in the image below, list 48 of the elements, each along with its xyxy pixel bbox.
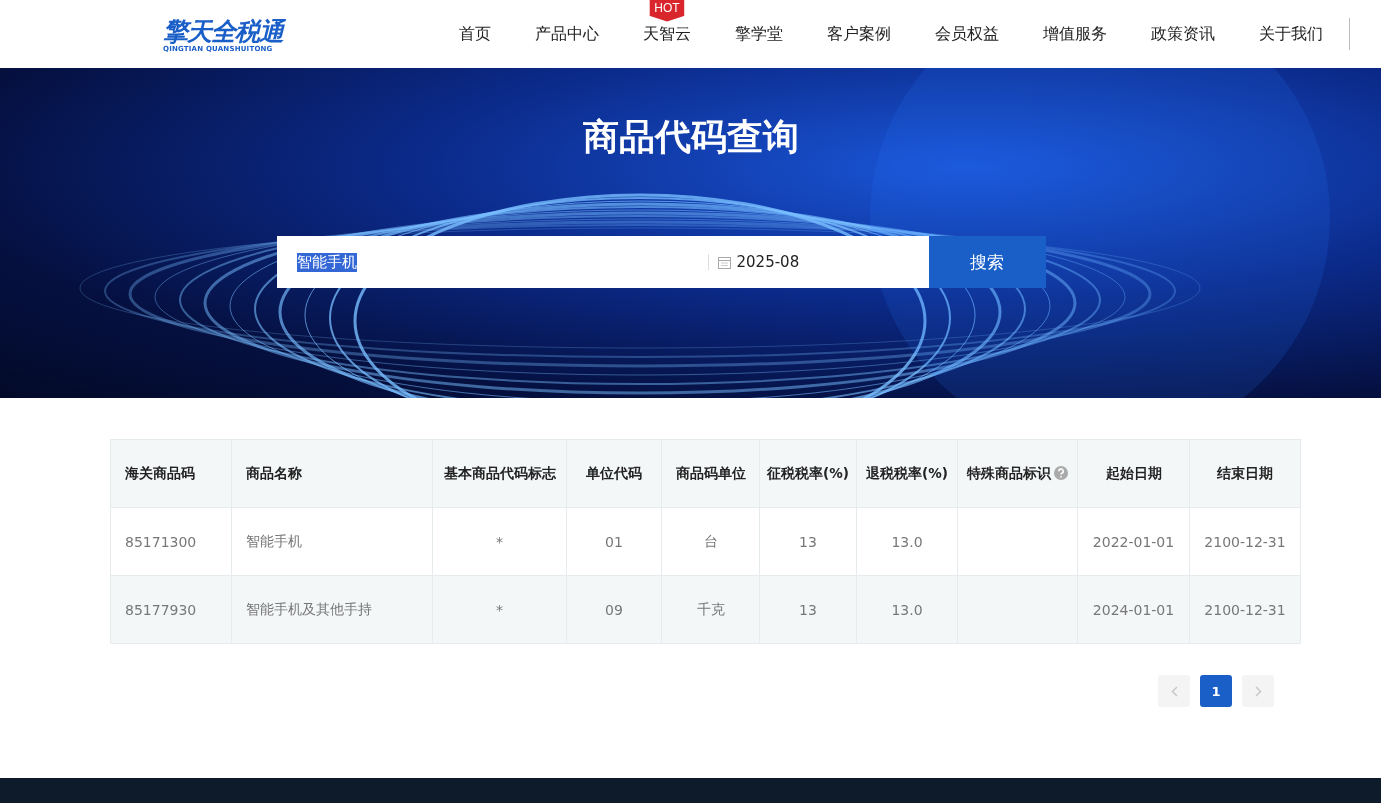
nav-link[interactable]: 关于我们 [1259,23,1323,43]
table-cell: 2024-01-01 [1092,601,1175,618]
nav-link[interactable]: 客户案例 [827,23,891,43]
nav-link[interactable]: 会员权益 [935,23,999,43]
table-cell: 2022-01-01 [1092,533,1175,550]
nav-link[interactable]: 产品中心 [535,23,599,43]
table-cell: 2100-12-31 [1204,601,1286,618]
table-cell: * [496,533,503,550]
table-cell: 13.0 [891,601,923,618]
table-cell: 2100-12-31 [1204,533,1286,550]
table-cell: * [496,601,503,618]
search-button[interactable]: 搜索 [928,236,1046,288]
nav-link[interactable]: 擎学堂 [735,23,783,43]
date-value: 2025-08 [736,253,800,271]
date-field[interactable]: 2025-08 [707,236,929,288]
column-header: 基本商品代码标志 [443,464,556,481]
search-field[interactable]: 智能手机 [276,236,708,288]
chevron-right-icon [1254,685,1262,697]
calendar-icon [717,255,731,269]
column-header: 结束日期 [1217,464,1273,481]
page-button[interactable]: 1 [1200,675,1232,707]
column-header: 单位代码 [586,464,642,481]
column-header: 商品码单位 [675,464,746,481]
column-header: 商品名称 [246,464,302,481]
hot-badge: HOT [649,0,685,22]
table-cell: 智能手机 [246,532,302,549]
table-cell: 台 [703,532,718,549]
table-cell: 13 [799,533,817,550]
table-cell: 13 [799,601,817,618]
nav-link[interactable]: 首页 [459,23,491,43]
table-cell: 01 [605,533,623,550]
table-cell: 09 [605,601,623,618]
column-header: 起始日期 [1105,464,1162,481]
chevron-left-icon [1170,685,1178,697]
nav-link[interactable]: 天智云 [643,23,691,43]
table-cell: 85177930 [125,601,197,618]
nav-link[interactable]: 政策资讯 [1151,23,1215,43]
table-cell: 85171300 [125,533,197,550]
column-header: 征税税率(%) [767,464,849,481]
column-header: 退税税率(%) [866,464,948,481]
table-cell: 千克 [696,600,725,617]
column-header: 特殊商品标识 [967,464,1051,481]
help-icon[interactable] [1054,465,1068,480]
page-title: 商品代码查询 [582,115,799,159]
column-header: 海关商品码 [125,464,195,481]
table-cell: 智能手机及其他手持 [246,600,372,617]
nav-link[interactable]: 增值服务 [1043,23,1107,43]
table-cell: 13.0 [891,533,923,550]
